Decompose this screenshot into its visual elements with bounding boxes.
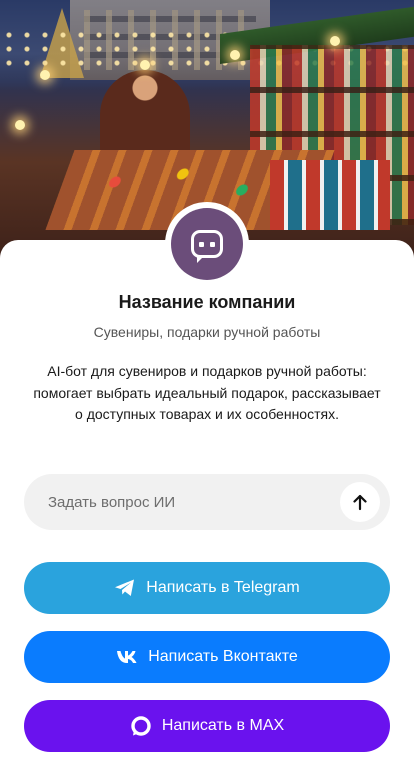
ask-ai-input[interactable] [24,474,340,530]
send-button[interactable] [340,482,380,522]
telegram-button-label: Написать в Telegram [146,579,300,596]
max-button-label: Написать в MAX [161,717,285,734]
company-avatar [165,202,249,286]
company-description: AI-бот для сувениров и подарков ручной р… [33,363,381,422]
vk-icon [116,646,138,668]
ask-ai-field [24,474,390,530]
arrow-up-icon [353,494,367,511]
company-name: Название компании [118,292,296,312]
vk-button[interactable]: Написать Вконтакте [24,631,390,683]
telegram-icon [114,577,136,599]
chat-bubble-icon [191,230,223,263]
company-subtitle: Сувениры, подарки ручной работы [93,324,321,340]
max-button[interactable]: Написать в MAX [24,700,390,752]
max-icon [130,715,152,737]
vk-button-label: Написать Вконтакте [148,648,298,665]
telegram-button[interactable]: Написать в Telegram [24,562,390,614]
